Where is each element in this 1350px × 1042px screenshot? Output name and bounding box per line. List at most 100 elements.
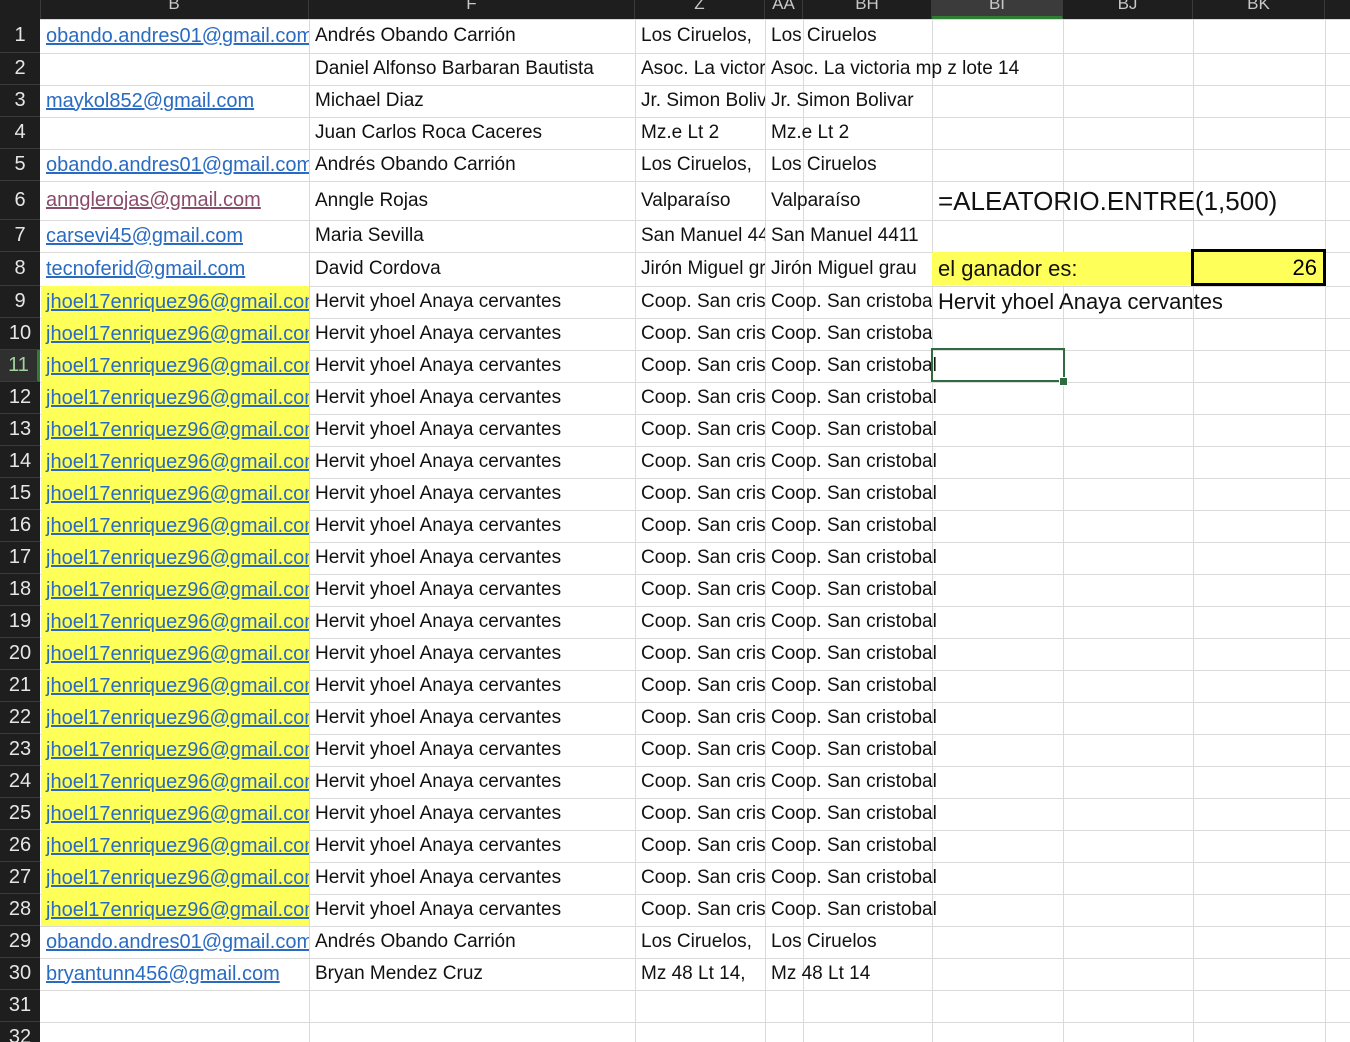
address-cell[interactable]: Jr. Simon Bolivar (635, 85, 765, 117)
row-header[interactable]: 6 (0, 181, 40, 220)
address-full-cell[interactable]: Coop. San cristobal (765, 478, 1065, 510)
row-header[interactable]: 26 (0, 830, 40, 862)
name-cell[interactable]: Hervit yhoel Anaya cervantes (309, 542, 635, 574)
address-full-cell[interactable]: Coop. San cristobal (765, 798, 1065, 830)
address-full-cell[interactable]: Los Ciruelos (765, 19, 1065, 53)
column-header-z[interactable]: Z (635, 0, 765, 19)
email-link-cell[interactable]: jhoel17enriquez96@gmail.com (40, 542, 309, 574)
column-header-f[interactable]: F (309, 0, 635, 19)
winner-number-cell[interactable]: 26 (1191, 249, 1326, 286)
name-cell[interactable]: Hervit yhoel Anaya cervantes (309, 478, 635, 510)
email-link-cell[interactable]: jhoel17enriquez96@gmail.com (40, 734, 309, 766)
name-cell[interactable]: Andrés Obando Carrión (309, 926, 635, 958)
name-cell[interactable]: Hervit yhoel Anaya cervantes (309, 702, 635, 734)
email-link-cell[interactable] (40, 1022, 309, 1042)
row-header[interactable]: 14 (0, 446, 40, 478)
address-full-cell[interactable]: Asoc. La victoria mp z lote 14 (765, 53, 1065, 85)
winner-name-cell[interactable]: Hervit yhoel Anaya cervantes (932, 286, 1332, 318)
address-cell[interactable]: Coop. San cristobal (635, 702, 765, 734)
row-header[interactable]: 24 (0, 766, 40, 798)
name-cell[interactable]: Juan Carlos Roca Caceres (309, 117, 635, 149)
address-full-cell[interactable]: Coop. San cristobal (765, 702, 1065, 734)
email-link-cell[interactable]: jhoel17enriquez96@gmail.com (40, 766, 309, 798)
email-link-cell[interactable]: carsevi45@gmail.com (40, 220, 309, 252)
address-full-cell[interactable]: Coop. San cristobal (765, 638, 1065, 670)
address-cell[interactable]: Coop. San cristobal (635, 446, 765, 478)
row-header[interactable]: 12 (0, 382, 40, 414)
address-cell[interactable]: Coop. San cristobal (635, 542, 765, 574)
email-link-cell[interactable]: tecnoferid@gmail.com (40, 252, 309, 286)
address-full-cell[interactable]: Coop. San cristobal (765, 670, 1065, 702)
address-full-cell[interactable]: Jirón Miguel grau (765, 252, 932, 286)
email-link-cell[interactable]: jhoel17enriquez96@gmail.com (40, 318, 309, 350)
address-full-cell[interactable]: Coop. San cristobal (765, 510, 1065, 542)
email-link-cell[interactable]: bryantunn456@gmail.com (40, 958, 309, 990)
email-link-cell[interactable]: jhoel17enriquez96@gmail.com (40, 702, 309, 734)
address-cell[interactable] (635, 1022, 765, 1042)
address-full-cell[interactable] (765, 990, 1065, 1022)
address-cell[interactable]: Coop. San cristobal (635, 638, 765, 670)
name-cell[interactable]: Maria Sevilla (309, 220, 635, 252)
email-link-cell[interactable]: jhoel17enriquez96@gmail.com (40, 574, 309, 606)
row-header[interactable]: 13 (0, 414, 40, 446)
name-cell[interactable]: Hervit yhoel Anaya cervantes (309, 606, 635, 638)
name-cell[interactable]: Hervit yhoel Anaya cervantes (309, 862, 635, 894)
name-cell[interactable]: David Cordova (309, 252, 635, 286)
address-cell[interactable]: Coop. San cristobal (635, 382, 765, 414)
email-link-cell[interactable]: jhoel17enriquez96@gmail.com (40, 446, 309, 478)
formula-cell[interactable]: =ALEATORIO.ENTRE(1,500) (932, 182, 1332, 220)
address-full-cell[interactable]: Los Ciruelos (765, 149, 1065, 181)
address-cell[interactable]: Los Ciruelos, (635, 149, 765, 181)
address-full-cell[interactable]: Coop. San cristobal (765, 446, 1065, 478)
address-cell[interactable]: Coop. San cristobal (635, 798, 765, 830)
address-full-cell[interactable]: Mz.e Lt 2 (765, 117, 1065, 149)
column-header-bk[interactable]: BK (1193, 0, 1325, 19)
address-full-cell[interactable]: Coop. San cristobal (765, 766, 1065, 798)
email-link-cell[interactable]: jhoel17enriquez96@gmail.com (40, 894, 309, 926)
name-cell[interactable]: Hervit yhoel Anaya cervantes (309, 830, 635, 862)
row-header[interactable]: 27 (0, 862, 40, 894)
name-cell[interactable]: Hervit yhoel Anaya cervantes (309, 670, 635, 702)
address-full-cell[interactable] (765, 1022, 1065, 1042)
name-cell[interactable]: Daniel Alfonso Barbaran Bautista (309, 53, 635, 85)
row-header[interactable]: 8 (0, 252, 40, 286)
address-cell[interactable]: Coop. San cristobal (635, 766, 765, 798)
column-header-bi[interactable]: BI (932, 0, 1063, 19)
address-cell[interactable]: Coop. San cristobal (635, 734, 765, 766)
address-full-cell[interactable]: Coop. San cristobal (765, 894, 1065, 926)
address-full-cell[interactable]: Coop. San cristobal (765, 606, 1065, 638)
row-header[interactable]: 19 (0, 606, 40, 638)
name-cell[interactable]: Hervit yhoel Anaya cervantes (309, 574, 635, 606)
email-link-cell[interactable]: jhoel17enriquez96@gmail.com (40, 478, 309, 510)
row-header[interactable]: 2 (0, 53, 40, 85)
address-cell[interactable]: Coop. San cristobal (635, 670, 765, 702)
email-link-cell[interactable]: jhoel17enriquez96@gmail.com (40, 798, 309, 830)
row-header[interactable]: 28 (0, 894, 40, 926)
email-link-cell[interactable]: jhoel17enriquez96@gmail.com (40, 606, 309, 638)
active-cell-selection[interactable] (931, 348, 1065, 382)
address-full-cell[interactable]: Coop. San cristobal (765, 318, 932, 350)
name-cell[interactable]: Hervit yhoel Anaya cervantes (309, 510, 635, 542)
name-cell[interactable]: Michael Diaz (309, 85, 635, 117)
address-full-cell[interactable]: Coop. San cristobal (765, 862, 1065, 894)
email-link-cell[interactable]: jhoel17enriquez96@gmail.com (40, 350, 309, 382)
email-link-cell[interactable]: obando.andres01@gmail.com (40, 19, 309, 53)
address-cell[interactable]: Coop. San cristobal (635, 286, 765, 318)
name-cell[interactable]: Hervit yhoel Anaya cervantes (309, 286, 635, 318)
name-cell[interactable]: Hervit yhoel Anaya cervantes (309, 638, 635, 670)
row-header[interactable]: 25 (0, 798, 40, 830)
address-cell[interactable]: Jirón Miguel grau (635, 252, 765, 286)
address-full-cell[interactable]: San Manuel 4411 (765, 220, 932, 252)
row-header[interactable]: 31 (0, 990, 40, 1022)
email-link-cell[interactable]: annglerojas@gmail.com (40, 181, 309, 220)
email-link-cell[interactable] (40, 117, 309, 149)
row-header[interactable]: 7 (0, 220, 40, 252)
address-cell[interactable] (635, 990, 765, 1022)
email-link-cell[interactable]: jhoel17enriquez96@gmail.com (40, 382, 309, 414)
address-cell[interactable]: Coop. San cristobal (635, 350, 765, 382)
row-header[interactable]: 22 (0, 702, 40, 734)
email-link-cell[interactable]: jhoel17enriquez96@gmail.com (40, 414, 309, 446)
address-cell[interactable]: Coop. San cristobal (635, 894, 765, 926)
email-link-cell[interactable] (40, 53, 309, 85)
row-header[interactable]: 21 (0, 670, 40, 702)
